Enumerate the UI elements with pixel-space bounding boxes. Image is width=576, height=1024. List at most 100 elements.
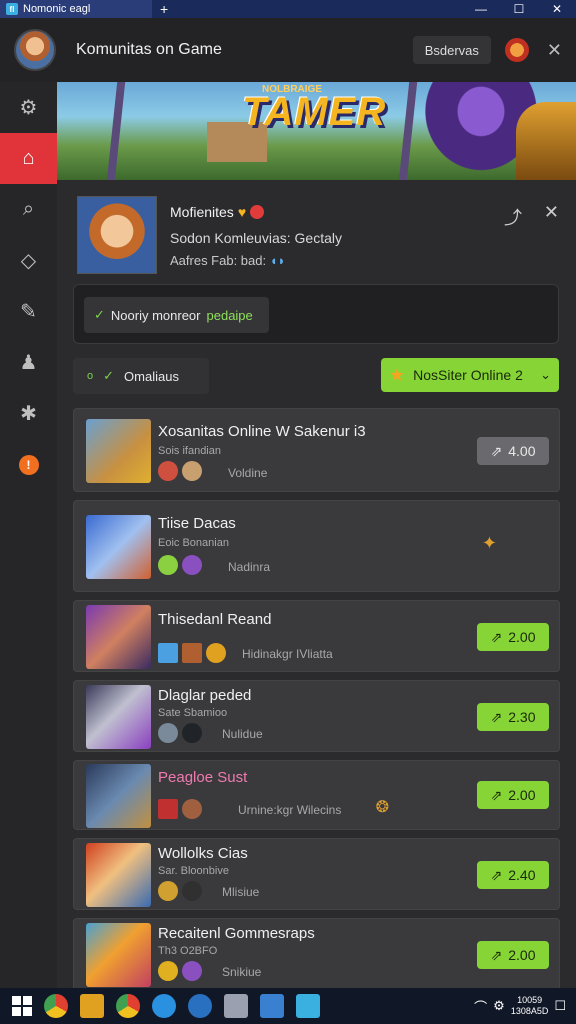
- game-thumbnail: [86, 764, 151, 828]
- settings-tray-icon[interactable]: ⚙: [493, 998, 505, 1014]
- user-avatar[interactable]: [14, 29, 56, 71]
- header-close-icon[interactable]: ✕: [547, 40, 562, 61]
- player-avatar-icon: [158, 881, 178, 901]
- window-tab-title: Nomonic eagl: [23, 3, 91, 15]
- game-card[interactable]: Recaitenl Gommesraps Th3 O2BFO Snikiue ⇗…: [73, 918, 560, 992]
- chrome-icon[interactable]: [44, 994, 68, 1018]
- audio-icon: ◖◗: [269, 253, 286, 268]
- user-icon[interactable]: ♟: [0, 337, 57, 388]
- price-value: 2.00: [508, 787, 536, 803]
- profile-name-row: Mofienites ♥: [170, 204, 265, 220]
- game-thumbnail: [86, 685, 151, 749]
- cube-icon[interactable]: ◇: [0, 235, 57, 286]
- price-button[interactable]: ⇗ 2.00: [477, 623, 549, 651]
- player-avatar-icon: [182, 723, 202, 743]
- gear-icon[interactable]: ⚙: [0, 82, 57, 133]
- star-icon: ★: [389, 364, 406, 385]
- player-avatar-icon: [182, 461, 202, 481]
- price-button[interactable]: ⇗ 2.40: [477, 861, 549, 889]
- banner-logo: TAMER: [242, 90, 387, 134]
- app-icon-s[interactable]: [188, 994, 212, 1018]
- game-thumbnail: [86, 923, 151, 987]
- profile-name: Mofienites: [170, 204, 234, 220]
- game-card[interactable]: Wollolks Cias Sar. Bloonbive Mlisiue ⇗ 2…: [73, 838, 560, 910]
- app-icon-blue[interactable]: [152, 994, 176, 1018]
- server-dropdown[interactable]: ★ NosSiter Online 2 ⌄: [381, 358, 559, 392]
- home-icon[interactable]: ⌂: [0, 133, 57, 184]
- game-tag: Mlisiue: [222, 885, 260, 899]
- game-card[interactable]: Tiise Dacas Eoic Bonanian Nadinra ✦: [73, 500, 560, 592]
- cube-app-icon[interactable]: [224, 994, 248, 1018]
- app-header: Komunitas on Game Bsdervas ✕: [0, 18, 576, 82]
- game-card[interactable]: Xosanitas Online W Sakenur i3 Sois ifand…: [73, 408, 560, 492]
- price-button[interactable]: ⇗ 2.00: [477, 781, 549, 809]
- sidebar: ⚙ ⌂ ⌕ ◇ ✎ ♟ ✱ !: [0, 82, 57, 988]
- game-subtitle: Eoic Bonanian: [158, 537, 229, 549]
- game-title: Tiise Dacas: [158, 515, 236, 532]
- game-banner[interactable]: NOLBRAIGE TAMER: [57, 82, 576, 180]
- app-icon: fl: [6, 3, 18, 15]
- player-avatar-icon: [182, 555, 202, 575]
- player-avatar-icon: [182, 799, 202, 819]
- new-tab-button[interactable]: +: [160, 1, 168, 17]
- dropdown-label: NosSiter Online 2: [413, 367, 523, 383]
- chevron-down-icon: ⌄: [540, 367, 551, 382]
- system-tray: ⌒ ⚙ 10059 1308A5D ☐: [474, 995, 576, 1017]
- status-highlight: pedaipe: [206, 307, 253, 323]
- clock[interactable]: 10059 1308A5D: [511, 995, 549, 1017]
- game-player-icons: [158, 723, 202, 743]
- notification-item[interactable]: !: [0, 439, 57, 490]
- player-avatar-icon: [158, 555, 178, 575]
- filter-pill[interactable]: o ✓ Omaliaus: [73, 358, 209, 394]
- header-mini-avatar[interactable]: [504, 38, 529, 62]
- search-icon[interactable]: ⌕: [0, 184, 57, 235]
- wifi-icon[interactable]: ⌒: [474, 997, 487, 1016]
- header-button[interactable]: Bsdervas: [412, 36, 491, 64]
- window-close-button[interactable]: ✕: [538, 0, 576, 18]
- minimize-button[interactable]: —: [462, 0, 500, 18]
- main-panel: Mofienites ♥ Sodon Komleuvias: Gectaly A…: [57, 180, 576, 992]
- player-avatar-icon: [182, 643, 202, 663]
- game-card[interactable]: Dlaglar peded Sate Sbamioo Nulidue ⇗ 2.3…: [73, 680, 560, 752]
- game-tag: Nadinra: [228, 560, 271, 574]
- pin-icon[interactable]: ⤴: [504, 204, 522, 230]
- window-controls: — ☐ ✕: [462, 0, 576, 18]
- game-tag: Hidinakgr IVliatta: [242, 647, 333, 661]
- active-app-icon[interactable]: [296, 994, 320, 1018]
- price-button[interactable]: ⇗ 2.30: [477, 703, 549, 731]
- maximize-button[interactable]: ☐: [500, 0, 538, 18]
- puzzle-icon[interactable]: ✱: [0, 388, 57, 439]
- store-icon[interactable]: [260, 994, 284, 1018]
- status-pill[interactable]: ✓ Nooriy monreor pedaipe: [84, 297, 269, 333]
- price-icon: ⇗: [490, 866, 503, 883]
- window-tab[interactable]: fl Nomonic eagl: [0, 0, 152, 18]
- profile-image[interactable]: [77, 196, 157, 274]
- filter-check-icon: ✓: [103, 368, 115, 383]
- sparkle-icon: ✦: [481, 533, 497, 553]
- game-thumbnail: [86, 605, 151, 669]
- player-avatar-icon: [182, 881, 202, 901]
- player-avatar-icon: [182, 961, 202, 981]
- windows-start-icon[interactable]: [12, 996, 32, 1016]
- game-player-icons: [158, 799, 202, 819]
- profile-line-1: Sodon Komleuvias: Gectaly: [170, 230, 342, 246]
- game-thumbnail: [86, 843, 151, 907]
- game-tag: Nulidue: [222, 727, 263, 741]
- profile-close-icon[interactable]: ✕: [544, 202, 559, 223]
- status-text: Nooriy monreor: [110, 307, 201, 323]
- price-button[interactable]: ⇗ 4.00: [477, 437, 549, 465]
- game-tag: Urnine:kgr Wilecins: [238, 803, 342, 817]
- folder-icon[interactable]: [80, 994, 104, 1018]
- chrome-icon-2[interactable]: [116, 994, 140, 1018]
- game-subtitle: Sate Sbamioo: [158, 707, 228, 719]
- game-card[interactable]: Thisedanl Reand Hidinakgr IVliatta ⇗ 2.0…: [73, 600, 560, 672]
- game-player-icons: [158, 643, 226, 663]
- game-card[interactable]: Peagloe Sust Urnine:kgr Wilecins ❂ ⇗ 2.0…: [73, 760, 560, 830]
- price-value: 2.00: [508, 629, 536, 645]
- player-avatar-icon: [158, 961, 178, 981]
- window-titlebar: fl Nomonic eagl + — ☐ ✕: [0, 0, 576, 18]
- price-button[interactable]: ⇗ 2.00: [477, 941, 549, 969]
- game-thumbnail: [86, 419, 151, 483]
- chat-icon[interactable]: ✎: [0, 286, 57, 337]
- notification-center-icon[interactable]: ☐: [554, 998, 566, 1014]
